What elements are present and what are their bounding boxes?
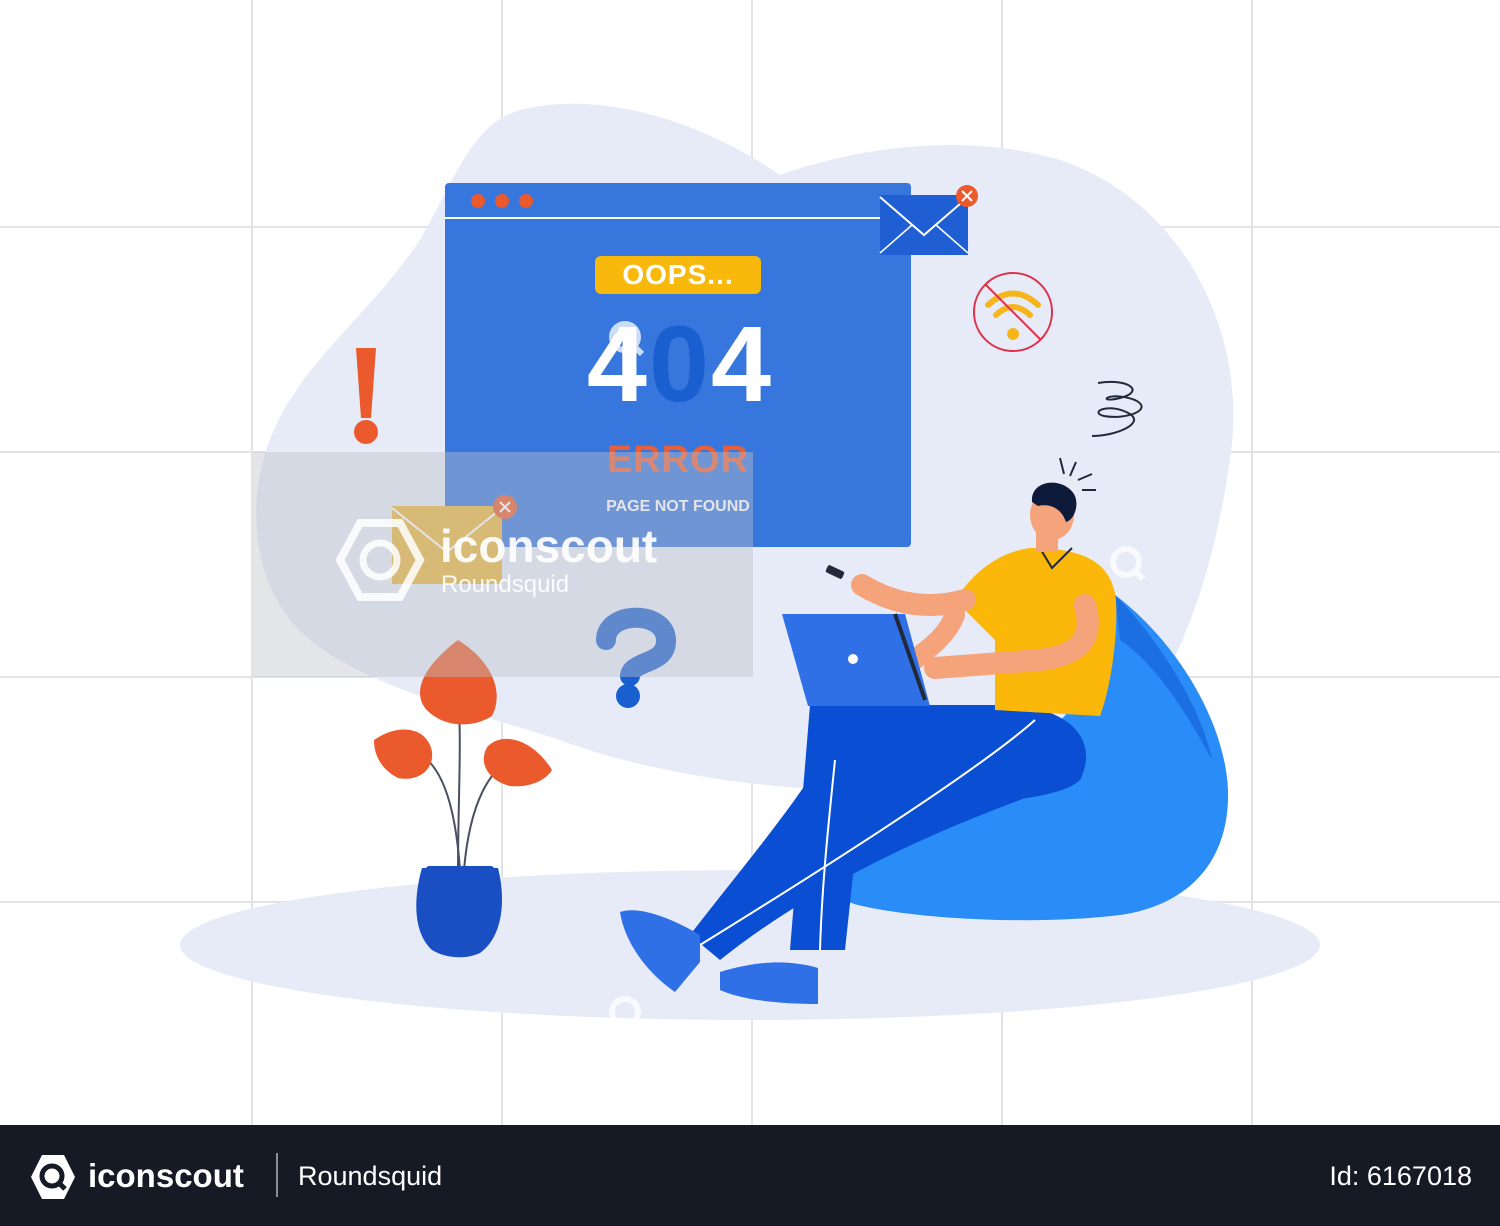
footer-brand[interactable]: iconscout [88, 1153, 244, 1199]
oops-badge-label: OOPS... [622, 259, 734, 290]
iconscout-logo-icon[interactable] [28, 1152, 78, 1202]
footer-divider [276, 1153, 278, 1197]
error-code-digit: 0 [648, 303, 712, 424]
footer-author[interactable]: Roundsquid [298, 1155, 442, 1197]
envelope-icon [879, 185, 978, 255]
illustration-canvas: OOPS... 404 ERROR PAGE NOT FOUND iconsco… [0, 0, 1500, 1125]
watermark-author: Roundsquid [441, 571, 570, 598]
error-code: 404 [520, 304, 840, 424]
asset-id: Id: 6167018 [1329, 1161, 1472, 1191]
watermark-brand: iconscout [440, 520, 658, 572]
footer-bar: iconscout Roundsquid Id: 6167018 [0, 1125, 1500, 1226]
error-code-digit: 4 [711, 303, 774, 424]
error-code-digit: 4 [586, 303, 649, 424]
